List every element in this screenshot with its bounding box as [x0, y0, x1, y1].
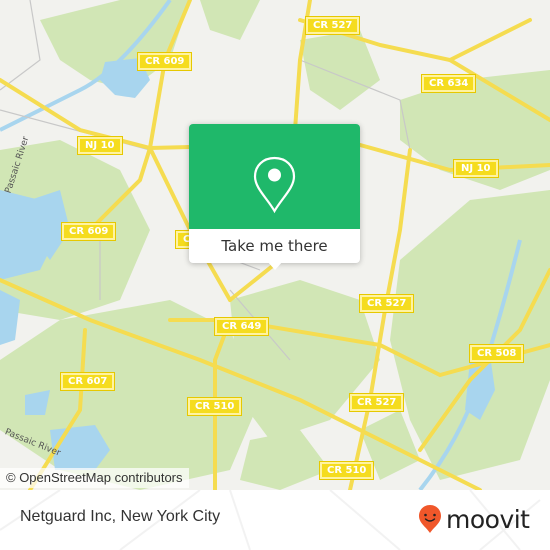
map-pin-icon — [253, 156, 296, 214]
road-label-cr-510-west: CR 510 — [186, 397, 243, 416]
road-label-cr-510-south: CR 510 — [318, 461, 375, 480]
road-label-cr-508: CR 508 — [468, 344, 525, 363]
popup-pointer — [267, 261, 283, 270]
popup-header[interactable] — [189, 124, 360, 229]
moovit-pin-logo-icon — [419, 505, 441, 533]
map-attribution[interactable]: © OpenStreetMap contributors — [0, 468, 189, 488]
road-label-cr-649: CR 649 — [213, 317, 270, 336]
road-label-nj-10-east: NJ 10 — [453, 159, 499, 178]
moovit-logo[interactable]: moovit — [418, 502, 530, 536]
road-label-cr-527-north: CR 527 — [304, 16, 361, 35]
road-label-cr-609-north: CR 609 — [136, 52, 193, 71]
take-me-there-button[interactable]: Take me there — [189, 229, 360, 263]
road-label-cr-527-middle: CR 527 — [358, 294, 415, 313]
take-me-there-popup[interactable]: Take me there — [189, 124, 360, 270]
road-label-cr-607: CR 607 — [59, 372, 116, 391]
moovit-wordmark: moovit — [446, 504, 530, 534]
road-label-cr-609-south: CR 609 — [60, 222, 117, 241]
road-label-cr-634: CR 634 — [420, 74, 477, 93]
road-label-nj-10-west: NJ 10 — [77, 136, 123, 155]
location-title: Netguard Inc, New York City — [20, 508, 221, 525]
road-label-cr-527-south: CR 527 — [348, 393, 405, 412]
